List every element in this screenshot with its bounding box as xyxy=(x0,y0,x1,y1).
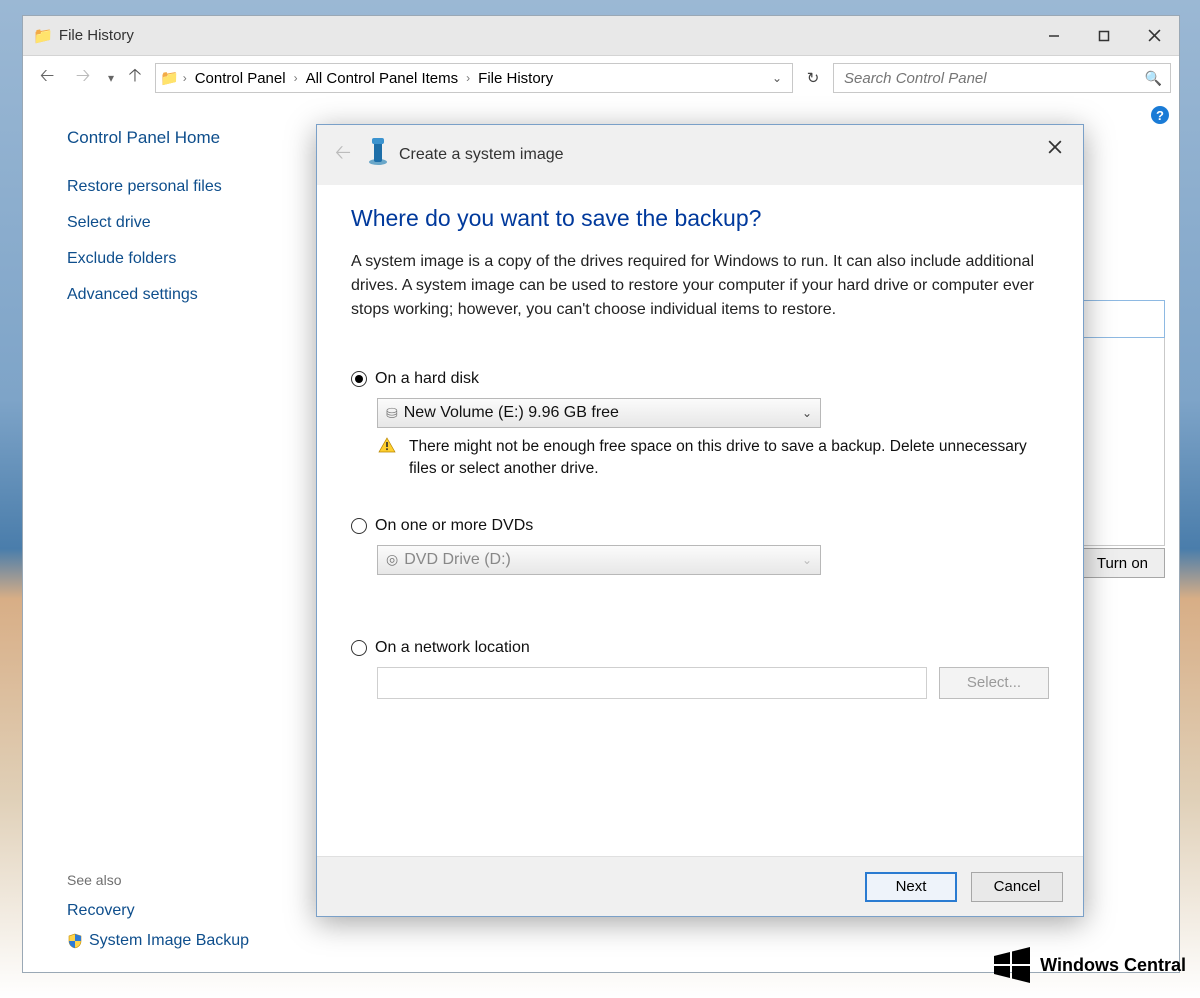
turn-on-button[interactable]: Turn on xyxy=(1080,548,1165,578)
breadcrumb-item[interactable]: All Control Panel Items xyxy=(300,70,465,87)
shield-icon xyxy=(67,933,83,949)
chevron-down-icon: ⌄ xyxy=(802,553,812,567)
chevron-right-icon: › xyxy=(292,71,300,85)
maximize-button[interactable] xyxy=(1079,16,1129,56)
radio-hard-disk[interactable] xyxy=(351,371,367,387)
minimize-button[interactable] xyxy=(1029,16,1079,56)
see-also-recovery[interactable]: Recovery xyxy=(67,902,293,920)
option-hard-disk[interactable]: On a hard disk xyxy=(351,370,1049,388)
chevron-right-icon: › xyxy=(181,71,189,85)
warning-text: There might not be enough free space on … xyxy=(409,436,1049,481)
dvd-icon: ◎ xyxy=(386,551,398,568)
dialog-description: A system image is a copy of the drives r… xyxy=(351,250,1049,322)
dialog-back-button[interactable]: 🡠 xyxy=(329,138,357,172)
search-box[interactable]: 🔍 xyxy=(833,63,1171,93)
dvd-dropdown[interactable]: ◎ DVD Drive (D:) ⌄ xyxy=(377,545,821,575)
dialog-close-button[interactable] xyxy=(1037,137,1073,160)
folder-icon: 📁 xyxy=(33,26,53,46)
disk-icon: ⛁ xyxy=(386,405,398,422)
address-bar[interactable]: 📁 › Control Panel › All Control Panel It… xyxy=(155,63,793,93)
dialog-heading: Where do you want to save the backup? xyxy=(351,205,1049,232)
chevron-down-icon: ⌄ xyxy=(802,406,812,420)
sidebar-link-advanced[interactable]: Advanced settings xyxy=(67,286,293,304)
back-button[interactable]: 🡠 xyxy=(29,61,65,95)
radio-network[interactable] xyxy=(351,640,367,656)
see-also-system-image[interactable]: System Image Backup xyxy=(67,932,293,950)
search-icon: 🔍 xyxy=(1145,70,1162,87)
create-system-image-dialog: 🡠 Create a system image Where do you wan… xyxy=(316,124,1084,917)
next-button[interactable]: Next xyxy=(865,872,957,902)
cancel-button[interactable]: Cancel xyxy=(971,872,1063,902)
chevron-right-icon: › xyxy=(464,71,472,85)
up-button[interactable]: 🡡 xyxy=(121,63,149,93)
sidebar: Control Panel Home Restore personal file… xyxy=(23,100,313,972)
sidebar-link-exclude[interactable]: Exclude folders xyxy=(67,250,293,268)
navigation-bar: 🡠 🡢 ▾ 🡡 📁 › Control Panel › All Control … xyxy=(23,56,1179,100)
refresh-button[interactable]: ↻ xyxy=(799,63,827,93)
control-panel-home-link[interactable]: Control Panel Home xyxy=(67,128,293,148)
network-path-input[interactable] xyxy=(377,667,927,699)
warning-icon xyxy=(377,436,397,481)
breadcrumb-item[interactable]: Control Panel xyxy=(189,70,292,87)
sidebar-link-select-drive[interactable]: Select drive xyxy=(67,214,293,232)
dialog-body: Where do you want to save the backup? A … xyxy=(317,185,1083,835)
sidebar-link-restore[interactable]: Restore personal files xyxy=(67,178,293,196)
option-network[interactable]: On a network location xyxy=(351,639,1049,657)
window-title: File History xyxy=(59,27,134,44)
dialog-footer: Next Cancel xyxy=(317,856,1083,916)
radio-dvd[interactable] xyxy=(351,518,367,534)
close-button[interactable] xyxy=(1129,16,1179,56)
system-image-icon xyxy=(365,137,391,174)
folder-icon: 📁 xyxy=(160,69,179,87)
option-dvd[interactable]: On one or more DVDs xyxy=(351,517,1049,535)
window-titlebar: 📁 File History xyxy=(23,16,1179,56)
address-dropdown[interactable]: ⌄ xyxy=(766,71,788,85)
windows-logo-icon xyxy=(992,946,1032,984)
warning-row: There might not be enough free space on … xyxy=(377,436,1049,481)
recent-locations-dropdown[interactable]: ▾ xyxy=(101,71,121,85)
hard-disk-dropdown[interactable]: ⛁ New Volume (E:) 9.96 GB free ⌄ xyxy=(377,398,821,428)
see-also-header: See also xyxy=(67,872,293,888)
dialog-header: 🡠 Create a system image xyxy=(317,125,1083,185)
dialog-title: Create a system image xyxy=(399,146,564,164)
watermark: Windows Central xyxy=(992,946,1186,984)
breadcrumb-item[interactable]: File History xyxy=(472,70,559,87)
search-input[interactable] xyxy=(842,69,1145,88)
forward-button[interactable]: 🡢 xyxy=(65,61,101,95)
select-network-button[interactable]: Select... xyxy=(939,667,1049,699)
